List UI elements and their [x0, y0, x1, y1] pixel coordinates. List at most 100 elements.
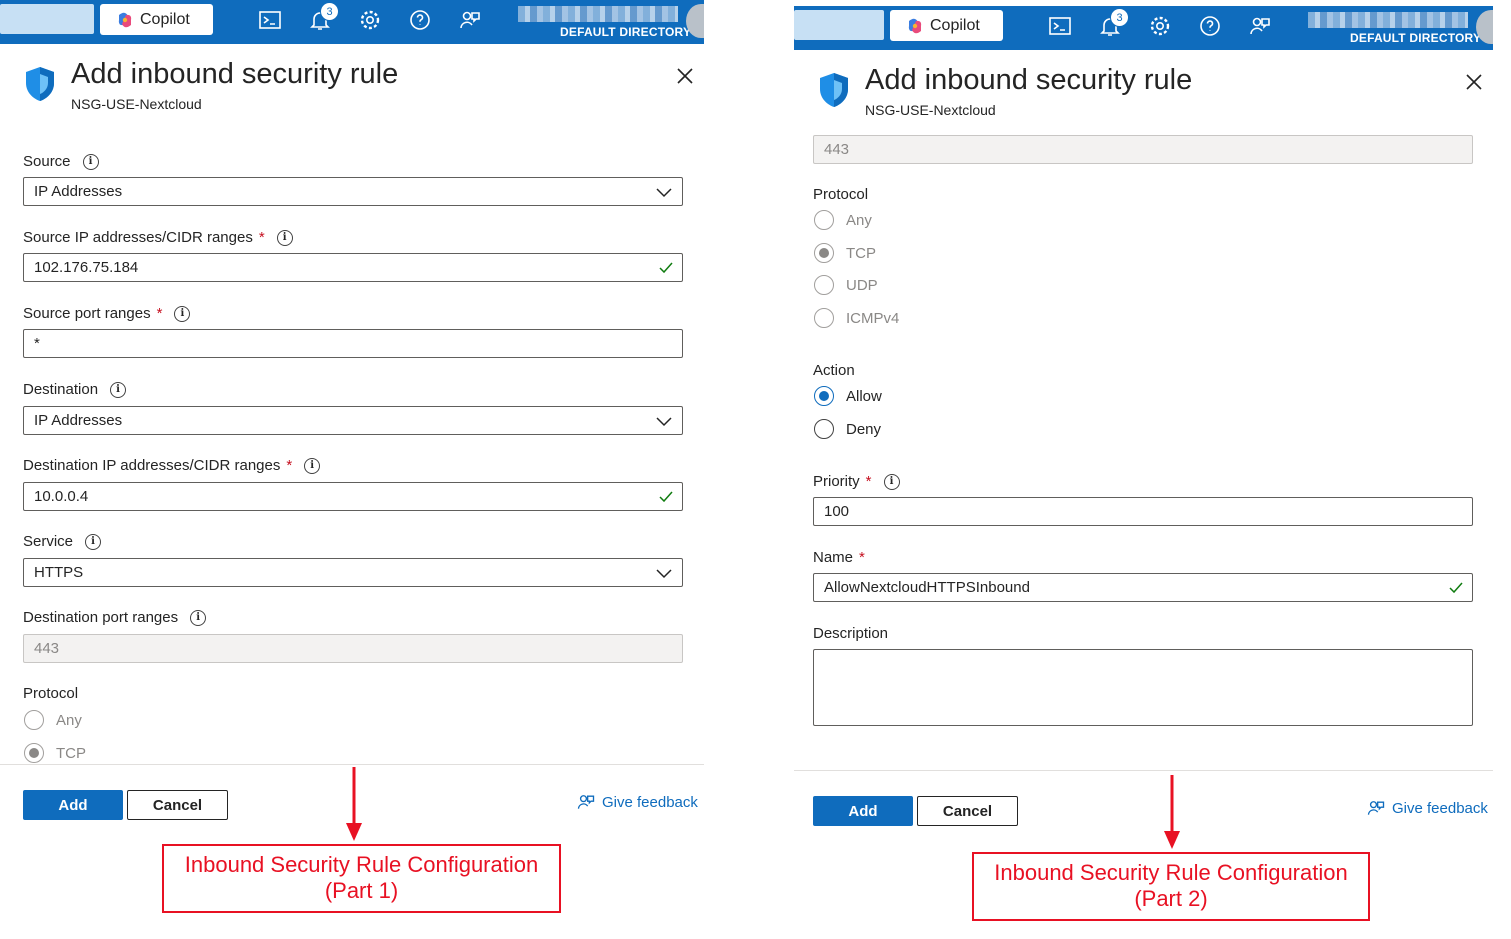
feedback-icon[interactable] — [1248, 14, 1272, 38]
notification-badge: 3 — [1110, 8, 1129, 27]
protocol-option-tcp: TCP — [24, 743, 86, 763]
azure-top-bar: Copilot 3 DEFAULT DIRECTORY — [0, 0, 704, 44]
description-textarea[interactable] — [813, 649, 1473, 726]
dest-ip-label: Destination IP addresses/CIDR ranges * i — [23, 457, 321, 474]
cloud-shell-icon[interactable] — [1048, 14, 1072, 38]
annotation-line-2: (Part 1) — [324, 878, 399, 903]
search-box[interactable] — [794, 10, 884, 40]
copilot-icon — [118, 12, 132, 27]
annotation-box-2: Inbound Security Rule Configuration (Par… — [972, 852, 1370, 921]
copilot-icon — [908, 18, 922, 33]
notifications-button[interactable]: 3 — [308, 2, 339, 32]
dest-ip-input[interactable]: 10.0.0.4 — [23, 482, 683, 511]
annotation-line-1: Inbound Security Rule Configuration — [184, 852, 539, 877]
annotation-arrow-1 — [346, 767, 362, 841]
info-icon[interactable]: i — [110, 381, 127, 398]
chevron-down-icon — [656, 417, 672, 427]
destination-dropdown[interactable]: IP Addresses — [23, 406, 683, 435]
account-name-blurred — [1308, 12, 1468, 28]
info-icon[interactable]: i — [883, 473, 900, 490]
footer-divider — [794, 770, 1493, 771]
copilot-label: Copilot — [930, 16, 980, 34]
add-button[interactable]: Add — [813, 796, 913, 826]
page-title: Add inbound security rule — [865, 64, 1193, 96]
copilot-button[interactable]: Copilot — [100, 4, 213, 35]
priority-label: Priority * i — [813, 473, 900, 490]
protocol-label: Protocol — [23, 685, 79, 702]
add-button[interactable]: Add — [23, 790, 123, 820]
directory-label: DEFAULT DIRECTORY — [560, 25, 692, 39]
dest-port-input: 443 — [23, 634, 683, 663]
source-ip-label: Source IP addresses/CIDR ranges * i — [23, 229, 293, 246]
annotation-box-1: Inbound Security Rule Configuration (Par… — [162, 844, 561, 913]
dest-port-label: Destination port ranges i — [23, 609, 207, 626]
notification-badge: 3 — [320, 2, 339, 21]
give-feedback-link[interactable]: Give feedback — [1366, 798, 1488, 818]
give-feedback-link[interactable]: Give feedback — [576, 792, 698, 812]
chevron-down-icon — [656, 188, 672, 198]
info-icon[interactable]: i — [304, 457, 321, 474]
cancel-button[interactable]: Cancel — [127, 790, 228, 820]
description-label: Description — [813, 625, 889, 642]
source-dropdown[interactable]: IP Addresses — [23, 177, 683, 206]
account-name-blurred — [518, 6, 678, 22]
feedback-icon — [577, 795, 595, 809]
page-subtitle: NSG-USE-Nextcloud — [71, 96, 202, 112]
gear-icon[interactable] — [1148, 14, 1172, 38]
protocol-option-any: Any — [814, 210, 872, 230]
source-ip-input[interactable]: 102.176.75.184 — [23, 253, 683, 282]
page-title: Add inbound security rule — [71, 58, 399, 90]
notifications-button[interactable]: 3 — [1098, 8, 1129, 38]
close-icon[interactable] — [676, 67, 694, 85]
chevron-down-icon — [656, 569, 672, 579]
action-option-allow[interactable]: Allow — [814, 386, 882, 406]
annotation-arrow-2 — [1164, 775, 1180, 849]
action-label: Action — [813, 362, 855, 379]
directory-label: DEFAULT DIRECTORY — [1350, 31, 1482, 45]
info-icon[interactable]: i — [85, 533, 102, 550]
panel-part-1: Copilot 3 DEFAULT DIRECTORY Add inbound … — [0, 0, 704, 933]
priority-input[interactable]: 100 — [813, 497, 1473, 526]
destination-label: Destination i — [23, 381, 127, 398]
check-icon — [659, 262, 673, 274]
protocol-label: Protocol — [813, 186, 869, 203]
name-input[interactable]: AllowNextcloudHTTPSInbound — [813, 573, 1473, 602]
service-dropdown[interactable]: HTTPS — [23, 558, 683, 587]
source-port-label: Source port ranges * i — [23, 305, 191, 322]
info-icon[interactable]: i — [190, 609, 207, 626]
search-box[interactable] — [0, 4, 94, 34]
cloud-shell-icon[interactable] — [258, 8, 282, 32]
shield-icon — [26, 67, 54, 101]
feedback-icon — [1367, 801, 1385, 815]
info-icon[interactable]: i — [276, 229, 293, 246]
source-label: Source i — [23, 153, 99, 170]
dest-port-input: 443 — [813, 135, 1473, 164]
name-label: Name * — [813, 549, 865, 566]
info-icon[interactable]: i — [174, 305, 191, 322]
source-port-input[interactable]: * — [23, 329, 683, 358]
page-subtitle: NSG-USE-Nextcloud — [865, 102, 996, 118]
info-icon[interactable]: i — [82, 153, 99, 170]
copilot-label: Copilot — [140, 10, 190, 28]
annotation-line-1: Inbound Security Rule Configuration — [994, 860, 1348, 885]
service-label: Service i — [23, 533, 102, 550]
protocol-option-any: Any — [24, 710, 82, 730]
azure-top-bar: Copilot 3 DEFAULT DIRECTORY — [794, 6, 1493, 50]
cancel-button[interactable]: Cancel — [917, 796, 1018, 826]
check-icon — [659, 491, 673, 503]
close-icon[interactable] — [1465, 73, 1483, 91]
check-icon — [1449, 582, 1463, 594]
annotation-line-2: (Part 2) — [1134, 886, 1208, 911]
action-option-deny[interactable]: Deny — [814, 419, 881, 439]
gear-icon[interactable] — [358, 8, 382, 32]
panel-part-2: Copilot 3 DEFAULT DIRECTORY Add inbound … — [794, 6, 1493, 939]
shield-icon — [820, 73, 848, 107]
feedback-icon[interactable] — [458, 8, 482, 32]
help-icon[interactable] — [408, 8, 432, 32]
protocol-option-tcp: TCP — [814, 243, 876, 263]
help-icon[interactable] — [1198, 14, 1222, 38]
footer-divider — [0, 764, 704, 765]
protocol-option-icmpv4: ICMPv4 — [814, 308, 899, 328]
copilot-button[interactable]: Copilot — [890, 10, 1003, 41]
protocol-option-udp: UDP — [814, 275, 878, 295]
